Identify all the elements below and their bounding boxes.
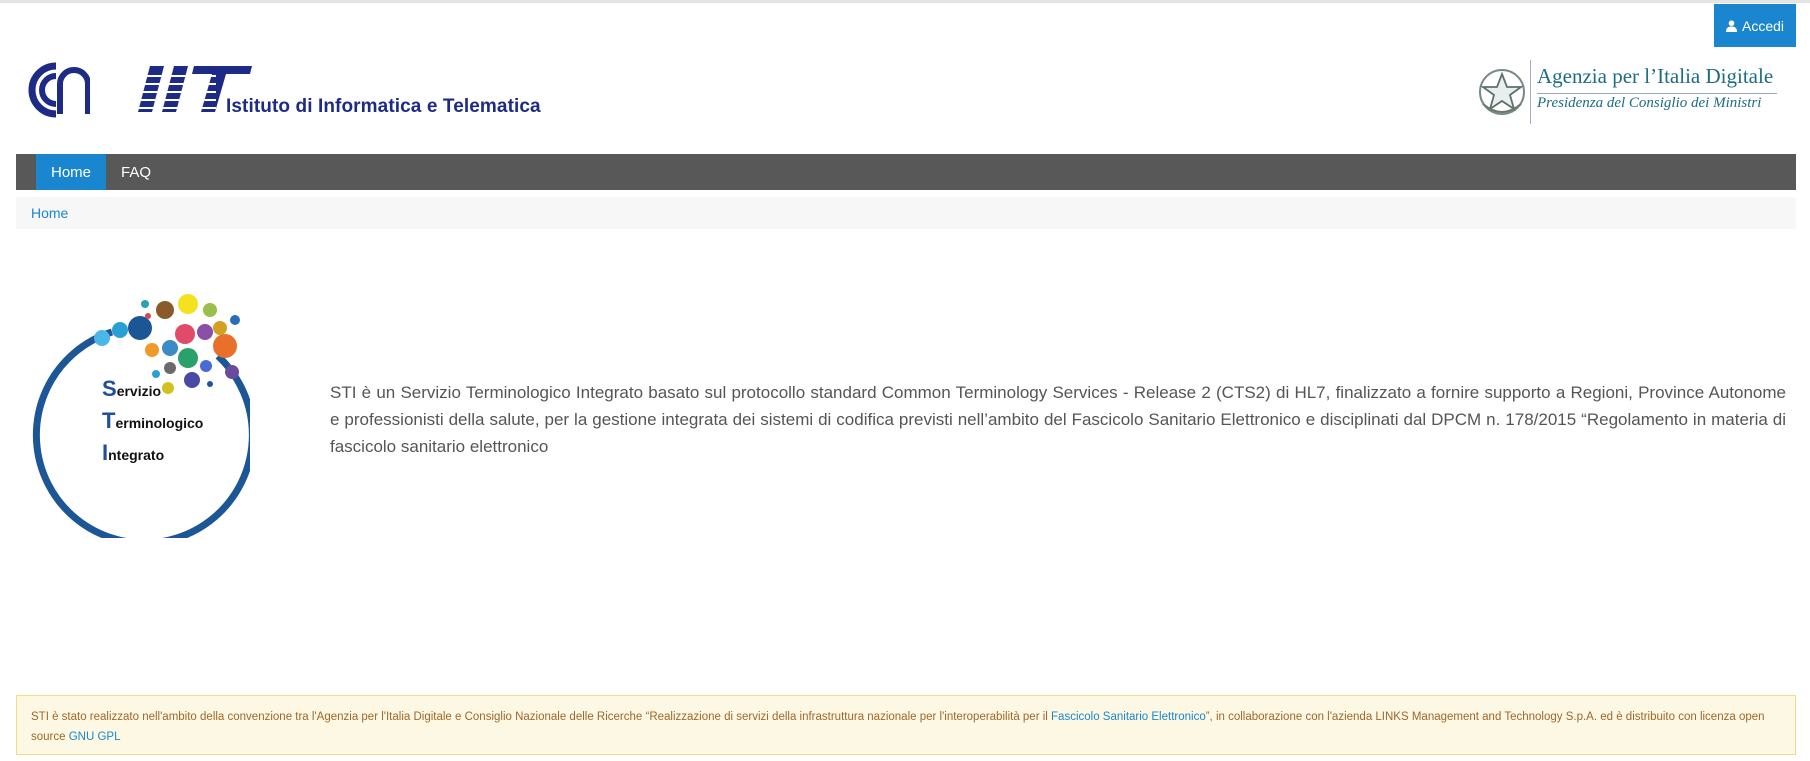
agid-rule <box>1537 93 1777 94</box>
cnr-logo <box>28 62 90 118</box>
footer-fse-link[interactable]: Fascicolo Sanitario Elettronico <box>1051 711 1206 723</box>
sti-logo-cap-t: T <box>102 408 116 433</box>
sti-logo-line-servizio: Servizio <box>102 376 161 402</box>
sti-logo-rest-2: erminologico <box>115 415 204 431</box>
iit-institute-name: Istituto di Informatica e Telematica <box>226 96 541 117</box>
top-border <box>0 0 1810 3</box>
sti-description: STI è un Servizio Terminologico Integrat… <box>330 383 1786 456</box>
sti-logo-line-integrato: Integrato <box>102 440 164 466</box>
sti-logo-line-terminologico: Terminologico <box>102 408 203 434</box>
sti-logo-cap-s: S <box>102 376 117 401</box>
agid-title: Agenzia per l’Italia Digitale <box>1537 64 1774 88</box>
breadcrumb-home-link[interactable]: Home <box>31 205 68 221</box>
sti-logo: Servizio Terminologico Integrato <box>20 288 256 547</box>
footer-license-link[interactable]: GNU GPL <box>69 731 121 743</box>
user-icon <box>1725 19 1737 32</box>
footer-notice: STI è stato realizzato nell'ambito della… <box>16 695 1796 755</box>
main-navbar: Home FAQ <box>16 154 1796 190</box>
sti-logo-rest-3: ntegrato <box>108 447 165 463</box>
sti-logo-rest-1: ervizio <box>116 383 162 399</box>
breadcrumb: Home <box>16 197 1796 229</box>
footer-text-1: STI è stato realizzato nell'ambito della… <box>31 711 1052 723</box>
agid-subtitle: Presidenza del Consiglio dei Ministri <box>1537 95 1762 111</box>
nav-item-faq[interactable]: FAQ <box>106 154 166 190</box>
italy-emblem-icon <box>1479 69 1525 115</box>
login-label: Accedi <box>1741 17 1785 34</box>
agid-divider <box>1530 60 1531 124</box>
nav-item-home[interactable]: Home <box>36 154 107 190</box>
login-button[interactable]: Accedi <box>1714 4 1796 47</box>
